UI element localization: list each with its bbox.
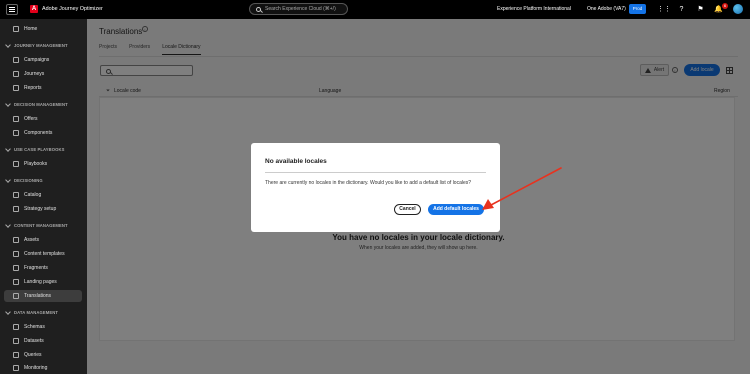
chevron-down-icon (5, 41, 11, 48)
sidebar-item-content-templates[interactable]: Content templates (4, 248, 82, 260)
org-switcher[interactable]: One Adobe (VA7) (587, 6, 626, 12)
adobe-logo-icon: A (30, 5, 38, 13)
flag-icon[interactable]: ⚑ (696, 5, 705, 14)
add-default-locales-button[interactable]: Add default locales (428, 204, 484, 215)
env-badge[interactable]: Prod (629, 4, 646, 14)
dialog-title: No available locales (265, 158, 327, 165)
chevron-down-icon (5, 145, 11, 152)
campaigns-icon (13, 57, 19, 63)
chevron-down-icon (5, 100, 11, 107)
chevron-down-icon (5, 221, 11, 228)
cancel-button[interactable]: Cancel (394, 204, 421, 215)
sidebar-item-journeys[interactable]: Journeys (4, 68, 82, 80)
sidebar-item-playbooks[interactable]: Playbooks (4, 158, 82, 170)
offers-icon (13, 116, 19, 122)
queries-icon (13, 352, 19, 358)
sidebar-section-decisioning[interactable]: DECISIONING (4, 176, 86, 183)
chevron-down-icon (5, 308, 11, 315)
catalog-icon (13, 192, 19, 198)
dialog-divider (265, 172, 486, 173)
top-bar: A Adobe Journey Optimizer Search Experie… (0, 0, 750, 19)
components-icon (13, 130, 19, 136)
global-search-placeholder: Search Experience Cloud (⌘+/) (265, 6, 336, 12)
home-icon (13, 26, 19, 32)
assets-icon (13, 237, 19, 243)
sidebar-item-schemas[interactable]: Schemas (4, 321, 82, 333)
sidebar-item-reports[interactable]: Reports (4, 82, 82, 94)
sidebar-item-fragments[interactable]: Fragments (4, 262, 82, 274)
chevron-down-icon (5, 176, 11, 183)
translations-icon (13, 293, 19, 299)
sidebar-item-monitoring[interactable]: Monitoring (4, 362, 82, 374)
apps-grid-icon[interactable]: ⋮⋮ (657, 5, 671, 14)
app-title[interactable]: Adobe Journey Optimizer (42, 6, 103, 12)
strategy-icon (13, 206, 19, 212)
sidebar-item-datasets[interactable]: Datasets (4, 335, 82, 347)
sidebar-item-queries[interactable]: Queries (4, 349, 82, 361)
global-search[interactable]: Search Experience Cloud (⌘+/) (249, 3, 348, 15)
monitoring-icon (13, 365, 19, 371)
sidebar-section-data-management[interactable]: DATA MANAGEMENT (4, 308, 86, 315)
notification-badge: 6 (722, 3, 728, 9)
schemas-icon (13, 324, 19, 330)
search-icon (256, 6, 261, 12)
sidebar-item-home[interactable]: Home (4, 23, 82, 35)
journeys-icon (13, 71, 19, 77)
help-icon[interactable]: ? (677, 5, 686, 14)
sidebar-section-decision-management[interactable]: DECISION MANAGEMENT (4, 100, 86, 107)
avatar[interactable] (733, 4, 743, 14)
sidebar-item-strategy-setup[interactable]: Strategy setup (4, 203, 82, 215)
fragments-icon (13, 265, 19, 271)
sidebar-item-offers[interactable]: Offers (4, 113, 82, 125)
menu-toggle-icon[interactable] (6, 4, 18, 15)
landing-pages-icon (13, 279, 19, 285)
sidebar-item-catalog[interactable]: Catalog (4, 189, 82, 201)
sidebar-section-content-management[interactable]: CONTENT MANAGEMENT (4, 221, 86, 228)
sidebar-section-use-case-playbooks[interactable]: USE CASE PLAYBOOKS (4, 145, 86, 152)
dialog-body: There are currently no locales in the di… (265, 180, 472, 186)
sidebar-item-translations[interactable]: Translations (4, 290, 82, 302)
no-locales-dialog: No available locales There are currently… (251, 143, 500, 232)
sidebar: Home JOURNEY MANAGEMENT Campaigns Journe… (0, 19, 87, 374)
datasets-icon (13, 338, 19, 344)
sidebar-item-campaigns[interactable]: Campaigns (4, 54, 82, 66)
playbooks-icon (13, 161, 19, 167)
sidebar-section-journey-management[interactable]: JOURNEY MANAGEMENT (4, 41, 86, 48)
sidebar-item-components[interactable]: Components (4, 127, 82, 139)
reports-icon (13, 85, 19, 91)
sandbox-switcher[interactable]: Experience Platform International (497, 6, 571, 12)
sidebar-item-assets[interactable]: Assets (4, 234, 82, 246)
sidebar-item-landing-pages[interactable]: Landing pages (4, 276, 82, 288)
templates-icon (13, 251, 19, 257)
